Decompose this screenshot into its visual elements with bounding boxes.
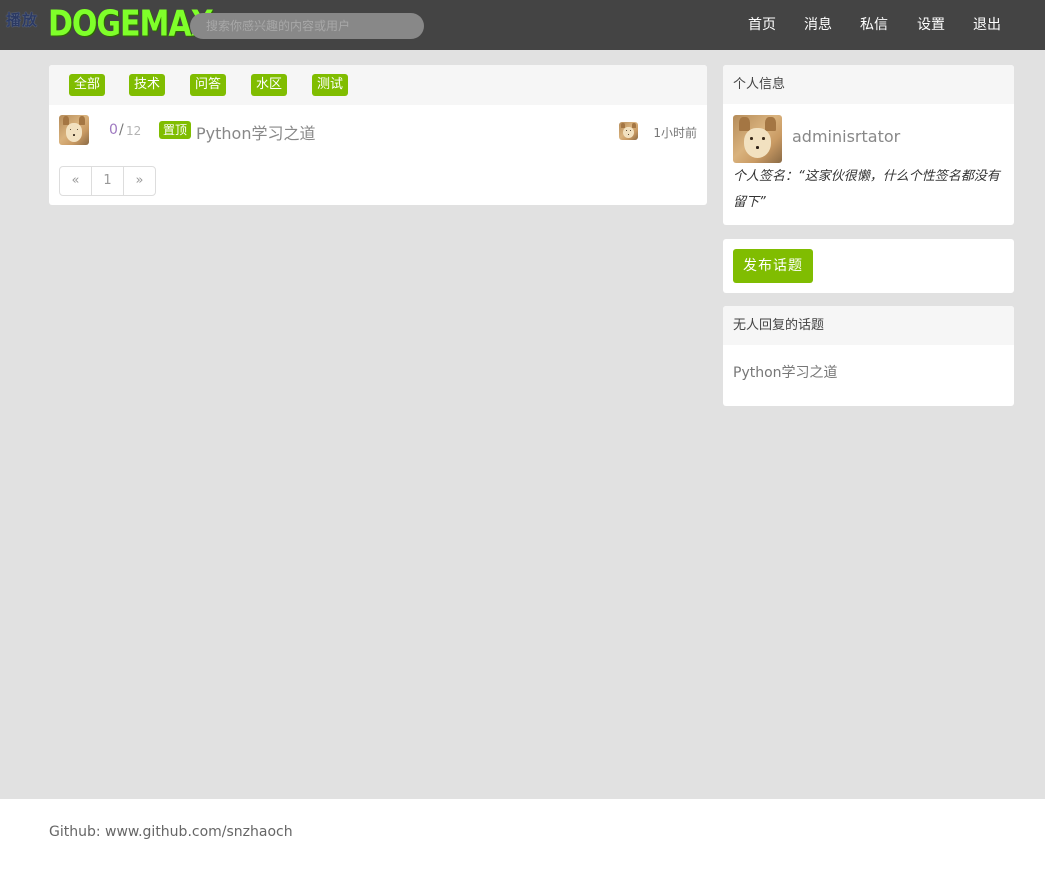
footer-github-link[interactable]: Github: www.github.com/snzhaoch bbox=[49, 824, 293, 840]
unreplied-header: 无人回复的话题 bbox=[723, 306, 1014, 345]
nav-home[interactable]: 首页 bbox=[748, 16, 776, 34]
navbar: 播放 DOGEMAX 首页 消息 私信 设置 退出 bbox=[0, 0, 1045, 50]
last-reply-avatar[interactable] bbox=[619, 122, 638, 140]
footer: Github: www.github.com/snzhaoch bbox=[0, 799, 1045, 874]
tab-water[interactable]: 水区 bbox=[251, 74, 288, 96]
profile-panel: 个人信息 adminisrtator 个人签名：“这家伙很懒，什么个性签名都没有… bbox=[723, 65, 1014, 225]
brand-logo[interactable]: DOGEMAX bbox=[48, 3, 214, 45]
author-avatar[interactable] bbox=[59, 115, 89, 145]
nav-private-messages[interactable]: 私信 bbox=[860, 16, 888, 34]
post-topic-button[interactable]: 发布话题 bbox=[733, 249, 813, 283]
topic-list-panel: 全部 技术 问答 水区 测试 0 / 12 置顶 Python学习之道 1小时前… bbox=[49, 65, 707, 205]
nav-logout[interactable]: 退出 bbox=[973, 16, 1001, 34]
reply-count: 0 bbox=[109, 122, 118, 138]
pagination-next[interactable]: » bbox=[123, 166, 156, 196]
post-topic-panel: 发布话题 bbox=[723, 239, 1014, 293]
pagination-prev[interactable]: « bbox=[59, 166, 92, 196]
nav-settings[interactable]: 设置 bbox=[917, 16, 945, 34]
brand-label[interactable]: 播放 bbox=[6, 9, 38, 30]
unreplied-topic-link[interactable]: Python学习之道 bbox=[733, 362, 838, 382]
topic-row: 0 / 12 置顶 Python学习之道 1小时前 bbox=[49, 105, 707, 157]
tab-tech[interactable]: 技术 bbox=[129, 74, 166, 96]
tab-test[interactable]: 测试 bbox=[312, 74, 349, 96]
pagination-page[interactable]: 1 bbox=[91, 166, 124, 196]
tab-qa[interactable]: 问答 bbox=[190, 74, 227, 96]
count-separator: / bbox=[119, 122, 124, 138]
tab-bar: 全部 技术 问答 水区 测试 bbox=[49, 65, 707, 105]
visit-count: 12 bbox=[126, 124, 142, 138]
user-signature: 个人签名：“这家伙很懒，什么个性签名都没有留下” bbox=[733, 169, 1000, 210]
nav-messages[interactable]: 消息 bbox=[804, 16, 832, 34]
topic-title[interactable]: Python学习之道 bbox=[196, 120, 315, 144]
username[interactable]: adminisrtator bbox=[792, 127, 900, 146]
search-input[interactable] bbox=[190, 13, 424, 39]
pagination: « 1 » bbox=[59, 166, 156, 196]
user-avatar[interactable] bbox=[733, 115, 782, 163]
topic-time: 1小时前 bbox=[653, 126, 697, 140]
tab-all[interactable]: 全部 bbox=[69, 74, 106, 96]
unreplied-topics-panel: 无人回复的话题 Python学习之道 bbox=[723, 306, 1014, 406]
profile-header: 个人信息 bbox=[723, 65, 1014, 104]
pinned-badge: 置顶 bbox=[159, 121, 192, 139]
